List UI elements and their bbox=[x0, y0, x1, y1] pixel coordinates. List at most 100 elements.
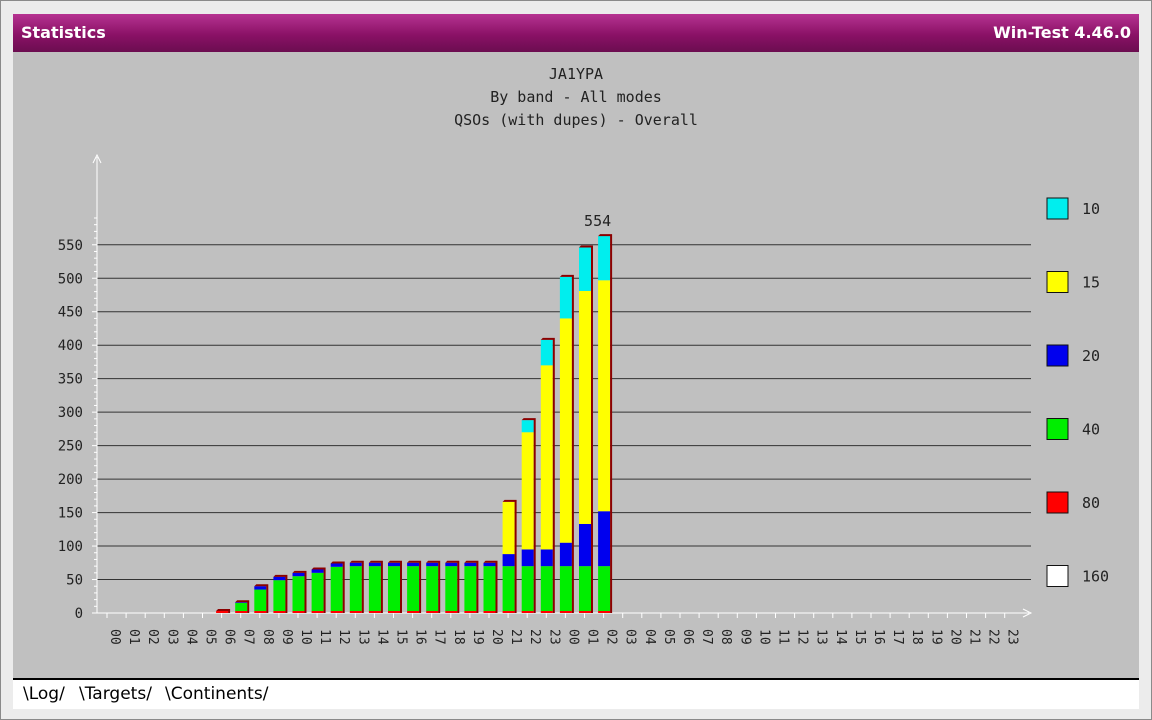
x-tick-label: 05 bbox=[661, 629, 676, 645]
bar-segment-40 bbox=[311, 572, 324, 611]
title-bar[interactable]: Statistics Win-Test 4.46.0 bbox=[13, 14, 1139, 52]
window-title: Statistics bbox=[21, 23, 106, 42]
x-tick-label: 02 bbox=[604, 629, 619, 645]
y-tick-label: 450 bbox=[58, 305, 83, 321]
bar-segment-80 bbox=[502, 610, 515, 613]
bar-segment-20 bbox=[426, 562, 439, 567]
x-tick-label: 22 bbox=[527, 629, 542, 645]
bar-segment-80 bbox=[330, 610, 343, 613]
tab-targets-label: Targets bbox=[84, 684, 147, 704]
app-version: Win-Test 4.46.0 bbox=[993, 23, 1131, 42]
bar-segment-40 bbox=[598, 566, 611, 611]
bar-segment-80 bbox=[407, 610, 420, 613]
bar-segment-40 bbox=[349, 566, 362, 611]
bar-segment-20 bbox=[559, 542, 572, 567]
tab-continents-label: Continents bbox=[170, 684, 263, 704]
chart-title-line: QSOs (with dupes) - Overall bbox=[454, 111, 698, 129]
legend-swatch-80 bbox=[1046, 491, 1069, 514]
bar-segment-80 bbox=[559, 610, 572, 613]
bar-segment-40 bbox=[388, 566, 400, 611]
x-tick-label: 20 bbox=[947, 629, 962, 645]
bar-segment-15 bbox=[559, 318, 572, 543]
bar-segment-40 bbox=[292, 576, 305, 611]
y-tick-label: 100 bbox=[58, 539, 83, 555]
bar-segment-40 bbox=[254, 589, 267, 611]
y-tick-label: 250 bbox=[58, 439, 83, 455]
y-tick-label: 500 bbox=[58, 271, 83, 287]
bar-segment-20 bbox=[254, 586, 267, 590]
legend-swatch-20 bbox=[1046, 344, 1069, 367]
x-tick-label: 10 bbox=[756, 629, 771, 645]
bar-segment-20 bbox=[330, 563, 343, 567]
bar-segment-80 bbox=[445, 610, 458, 613]
bar-segment-20 bbox=[349, 562, 362, 567]
bar-segment-20 bbox=[388, 562, 400, 567]
bar-segment-80 bbox=[521, 610, 534, 613]
x-tick-label: 07 bbox=[241, 629, 256, 645]
bar-segment-10 bbox=[559, 276, 572, 319]
bar-segment-15 bbox=[598, 280, 611, 512]
legend-swatch-40 bbox=[1046, 418, 1069, 440]
y-tick-label: 400 bbox=[58, 338, 83, 354]
x-tick-label: 18 bbox=[451, 629, 466, 645]
x-tick-label: 06 bbox=[680, 629, 695, 645]
bar-segment-80 bbox=[311, 610, 324, 613]
bar-segment-40 bbox=[483, 566, 496, 611]
bar-segment-15 bbox=[521, 432, 534, 550]
x-tick-label: 16 bbox=[871, 629, 886, 645]
x-tick-label: 21 bbox=[508, 629, 523, 645]
tab-log[interactable]: \Log/ bbox=[17, 684, 71, 706]
x-tick-label: 13 bbox=[355, 629, 370, 645]
tab-log-label: Log bbox=[28, 684, 60, 704]
x-tick-label: 09 bbox=[279, 629, 294, 645]
bar-segment-20 bbox=[464, 562, 477, 567]
y-tick-label: 350 bbox=[58, 372, 83, 388]
bar-segment-20 bbox=[502, 554, 515, 567]
bar-segment-20 bbox=[521, 549, 534, 567]
bar-segment-40 bbox=[540, 566, 553, 611]
x-tick-label: 16 bbox=[413, 629, 428, 645]
x-tick-label: 11 bbox=[776, 629, 791, 645]
x-tick-label: 01 bbox=[126, 629, 141, 645]
x-tick-label: 10 bbox=[298, 629, 313, 645]
tab-bar: \Log/ \Targets/ \Continents/ bbox=[13, 678, 1139, 709]
tab-continents[interactable]: \Continents/ bbox=[159, 684, 274, 706]
x-tick-label: 07 bbox=[699, 629, 714, 645]
statistics-window: Statistics Win-Test 4.46.0 JA1YPA By band… bbox=[0, 0, 1152, 720]
bar-segment-10 bbox=[540, 339, 553, 366]
bar-segment-15 bbox=[502, 501, 515, 555]
y-tick-label: 200 bbox=[58, 472, 83, 488]
bar-segment-80 bbox=[368, 610, 381, 613]
bar-segment-80 bbox=[216, 610, 229, 613]
legend-label-160: 160 bbox=[1082, 568, 1109, 586]
legend-label-10: 10 bbox=[1082, 200, 1100, 218]
chart-title-line: JA1YPA bbox=[549, 65, 603, 83]
x-tick-label: 06 bbox=[222, 629, 237, 645]
y-tick-label: 0 bbox=[75, 606, 83, 622]
x-tick-label: 11 bbox=[317, 629, 332, 645]
x-tick-label: 23 bbox=[1005, 629, 1020, 645]
bar-segment-80 bbox=[426, 610, 439, 613]
bar-segment-15 bbox=[540, 365, 553, 550]
y-tick-label: 50 bbox=[66, 573, 83, 589]
bar-segment-80 bbox=[483, 610, 496, 613]
bar-segment-40 bbox=[235, 602, 248, 611]
bar-segment-80 bbox=[235, 610, 248, 613]
x-tick-label: 13 bbox=[814, 629, 829, 645]
legend-swatch-10 bbox=[1046, 197, 1069, 220]
bar-segment-40 bbox=[445, 566, 458, 611]
x-tick-label: 05 bbox=[203, 629, 218, 645]
bar-segment-15 bbox=[579, 290, 591, 524]
x-tick-label: 12 bbox=[795, 629, 810, 645]
bar-segment-80 bbox=[464, 610, 477, 613]
bar-segment-20 bbox=[273, 576, 286, 581]
x-tick-label: 20 bbox=[489, 629, 504, 645]
chart-title-line: By band - All modes bbox=[490, 88, 662, 106]
legend-label-15: 15 bbox=[1082, 274, 1100, 292]
tab-targets[interactable]: \Targets/ bbox=[73, 684, 158, 706]
bar-segment-40 bbox=[368, 566, 381, 611]
bar-segment-80 bbox=[579, 610, 591, 613]
bar-segment-20 bbox=[483, 562, 496, 567]
bar-segment-40 bbox=[502, 566, 515, 611]
bar-segment-40 bbox=[464, 566, 477, 611]
